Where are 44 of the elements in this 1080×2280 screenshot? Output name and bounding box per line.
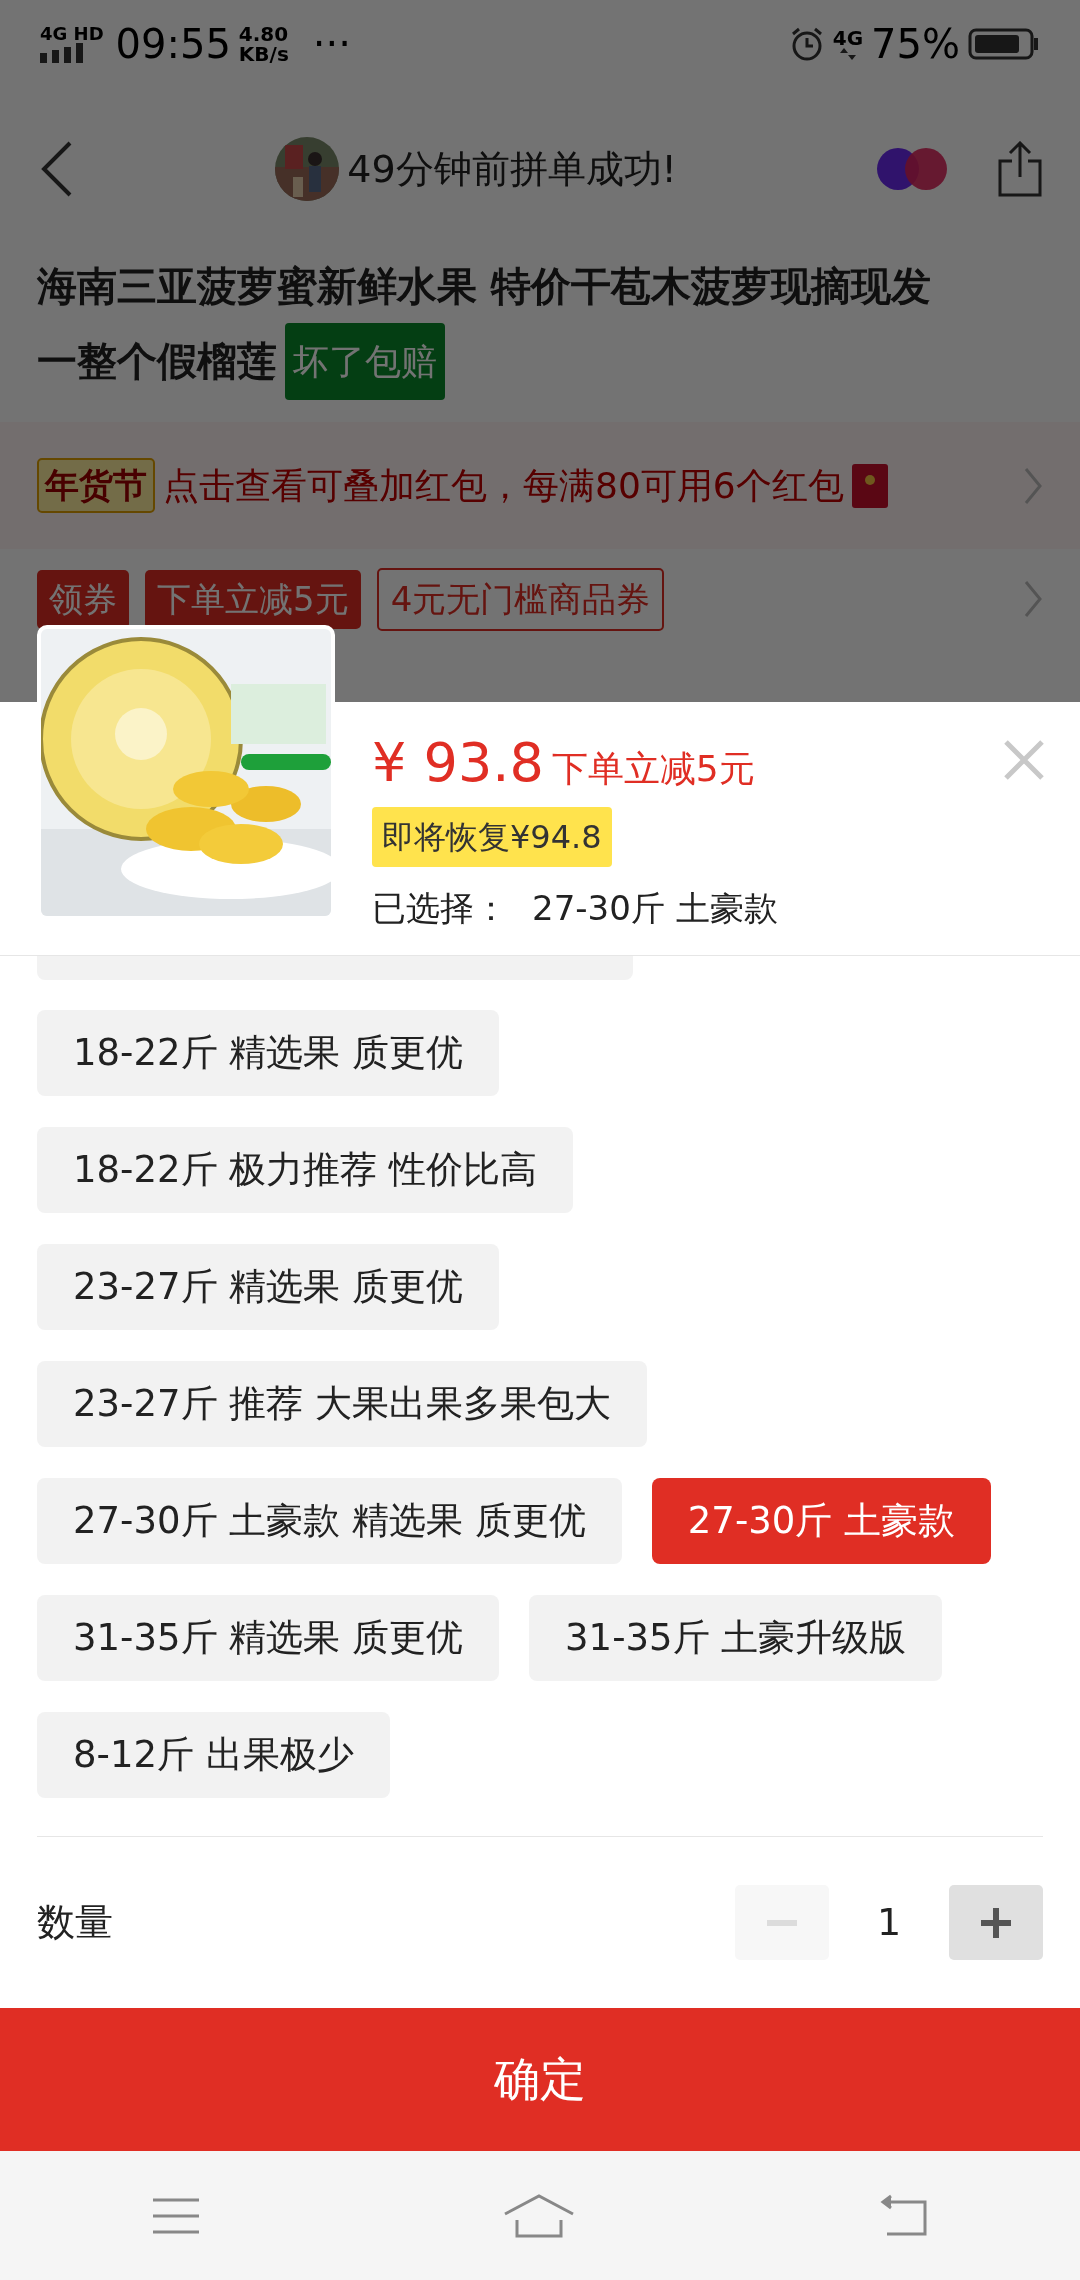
share-button[interactable] xyxy=(996,141,1044,197)
option-chip[interactable]: 23-27斤 推荐 大果出果多果包大 xyxy=(37,1361,648,1447)
chevron-icon xyxy=(1023,465,1043,506)
battery-text: 75% xyxy=(871,20,960,69)
selected-label: 已选择： xyxy=(372,887,508,930)
quantity-value: 1 xyxy=(875,1899,903,1946)
share-icon xyxy=(996,141,1044,197)
option-chip[interactable]: 8-12斤 出果极少 xyxy=(37,1712,390,1798)
discount-text: 下单立减5元 xyxy=(551,747,755,791)
network-label: 4G HD xyxy=(40,25,104,43)
option-chip[interactable]: 27-30斤 土豪款 精选果 质更优 xyxy=(37,1478,622,1564)
restore-price-tag: 即将恢复¥94.8 xyxy=(372,807,612,867)
festival-tag: 年货节 xyxy=(37,458,155,513)
confirm-button[interactable]: 确定 xyxy=(0,2008,1080,2151)
option-chip[interactable]: 18-22斤 极力推荐 性价比高 xyxy=(37,1127,574,1213)
more-dots: ··· xyxy=(312,20,351,69)
battery-icon xyxy=(968,26,1040,62)
quantity-label: 数量 xyxy=(37,1899,113,1946)
product-title: 海南三亚菠萝蜜新鲜水果 特价干苞木菠萝现摘现发 xyxy=(37,262,931,311)
chevron-icon xyxy=(1023,579,1043,619)
home-icon[interactable] xyxy=(503,2193,575,2238)
overlapping-circles-icon[interactable] xyxy=(876,147,948,191)
option-chip[interactable]: 18-22斤 精选果 质更优 xyxy=(37,1010,500,1096)
product-title: 一整个假榴莲 xyxy=(37,337,277,386)
option-chip[interactable]: 23-27斤 精选果 质更优 xyxy=(37,1244,500,1330)
option-chip[interactable]: 31-35斤 精选果 质更优 xyxy=(37,1595,500,1681)
network-label: 4G xyxy=(832,28,864,48)
plus-icon xyxy=(981,1907,1011,1938)
envelope-icon xyxy=(851,463,888,508)
guarantee-badge: 坏了包赔 xyxy=(285,323,445,400)
speed-unit: KB/s xyxy=(238,44,289,64)
minus-icon xyxy=(767,1920,797,1926)
time-text: 09:55 xyxy=(115,20,231,69)
data-arrows-icon xyxy=(837,48,858,60)
header-title: 49分钟前拼单成功! xyxy=(347,145,677,193)
close-button[interactable] xyxy=(1002,738,1046,782)
increase-button[interactable] xyxy=(949,1885,1043,1960)
close-icon xyxy=(1002,738,1046,782)
selected-value: 27-30斤 土豪款 xyxy=(532,887,778,930)
promo-text: 点击查看可叠加红包，每满80可用6个红包 xyxy=(163,463,844,508)
option-chip[interactable]: 31-35斤 土豪升级版 xyxy=(529,1595,943,1681)
option-chip[interactable]: 27-30斤 土豪款 xyxy=(651,1478,992,1564)
speed-value: 4.80 xyxy=(238,24,289,44)
price-text: ¥ 93.8 xyxy=(372,730,544,796)
